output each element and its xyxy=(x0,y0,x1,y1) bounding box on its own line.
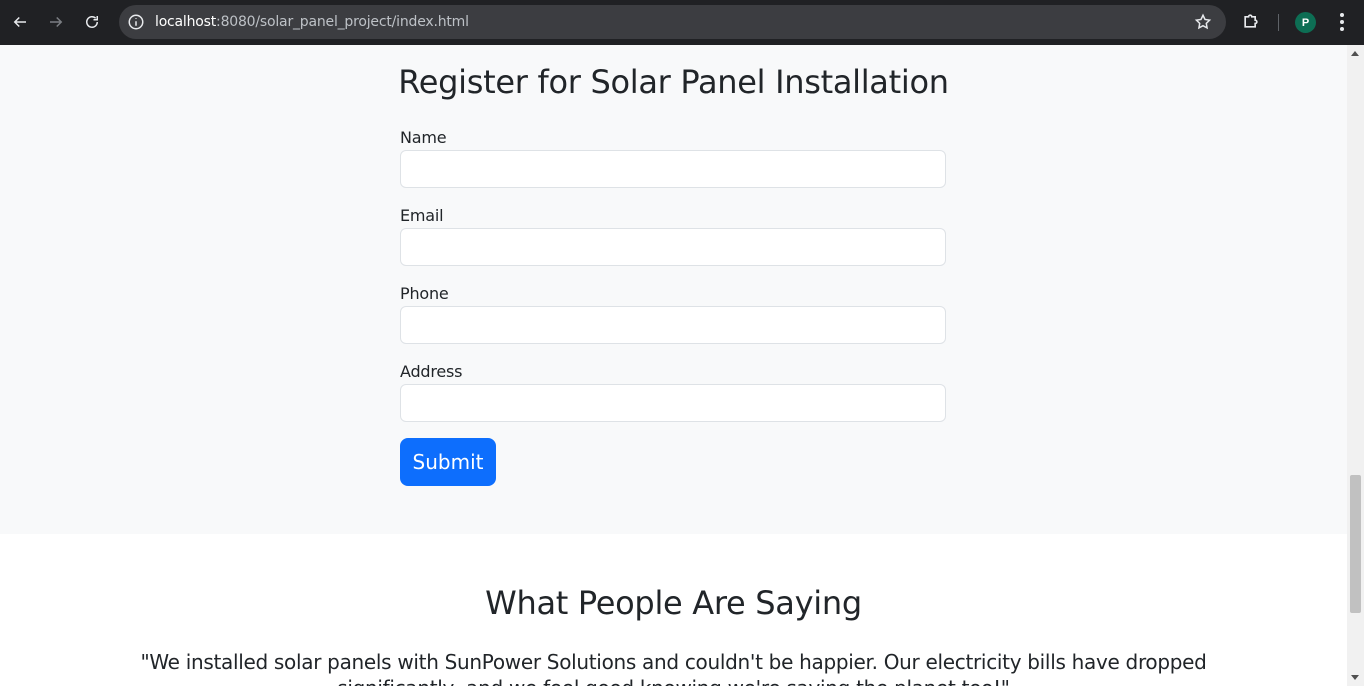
back-arrow-icon[interactable] xyxy=(8,10,32,34)
address-field-group: Address xyxy=(400,361,946,439)
reload-icon[interactable] xyxy=(80,10,104,34)
email-input[interactable] xyxy=(400,228,946,266)
name-field-group: Name xyxy=(400,127,946,205)
bookmark-star-icon[interactable] xyxy=(1194,13,1212,31)
email-label: Email xyxy=(400,206,444,225)
page-scrollbar[interactable] xyxy=(1347,45,1364,686)
address-label: Address xyxy=(400,362,463,381)
scroll-up-arrow-icon[interactable] xyxy=(1351,51,1359,56)
testimonials-title: What People Are Saying xyxy=(485,584,862,622)
phone-label: Phone xyxy=(400,284,449,303)
testimonials-section: What People Are Saying "We installed sol… xyxy=(0,534,1347,686)
scrollbar-thumb[interactable] xyxy=(1350,475,1361,613)
site-info-icon[interactable] xyxy=(127,13,145,31)
profile-avatar[interactable]: P xyxy=(1295,12,1316,33)
page-viewport: Register for Solar Panel Installation Na… xyxy=(0,45,1347,686)
toolbar-divider xyxy=(1278,14,1279,31)
url-text[interactable]: localhost:8080/solar_panel_project/index… xyxy=(155,14,469,30)
name-label: Name xyxy=(400,128,447,147)
name-input[interactable] xyxy=(400,150,946,188)
registration-form: Name Email Phone Address Submit xyxy=(400,127,946,486)
extensions-puzzle-icon[interactable] xyxy=(1241,11,1263,33)
browser-toolbar: localhost:8080/solar_panel_project/index… xyxy=(0,0,1364,45)
url-path: :8080/solar_panel_project/index.html xyxy=(216,14,469,30)
address-bar[interactable]: localhost:8080/solar_panel_project/index… xyxy=(119,5,1226,39)
phone-field-group: Phone xyxy=(400,283,946,361)
scroll-down-arrow-icon[interactable] xyxy=(1351,675,1359,680)
submit-button[interactable]: Submit xyxy=(400,438,496,486)
forward-arrow-icon[interactable] xyxy=(44,10,68,34)
register-title: Register for Solar Panel Installation xyxy=(398,63,949,101)
register-section: Register for Solar Panel Installation Na… xyxy=(0,45,1347,534)
kebab-menu-icon[interactable] xyxy=(1333,11,1351,33)
address-input[interactable] xyxy=(400,384,946,422)
email-field-group: Email xyxy=(400,205,946,283)
phone-input[interactable] xyxy=(400,306,946,344)
url-host: localhost xyxy=(155,14,217,30)
testimonial-quote: "We installed solar panels with SunPower… xyxy=(140,650,1207,686)
